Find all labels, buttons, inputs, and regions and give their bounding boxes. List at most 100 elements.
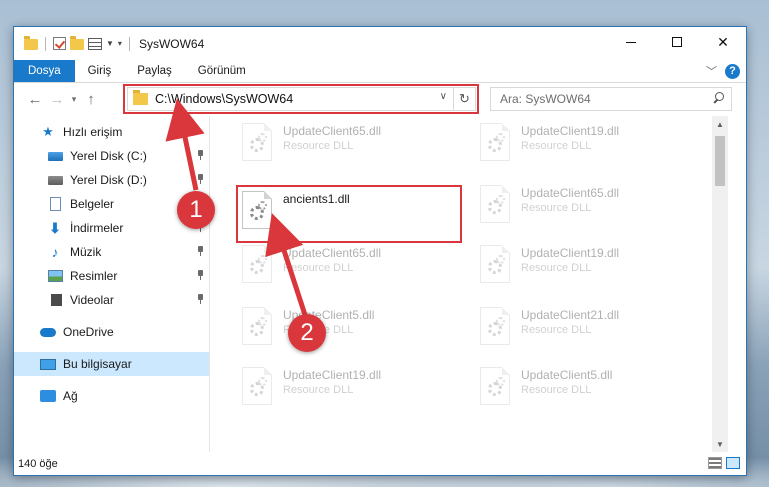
sidebar-item-local-disk-c[interactable]: Yerel Disk (C:) <box>14 144 209 168</box>
sidebar-item-label: Hızlı erişim <box>63 125 123 139</box>
new-folder-icon[interactable] <box>70 36 84 50</box>
pin-icon[interactable] <box>196 246 204 256</box>
chevron-down-icon[interactable]: ▼ <box>106 39 114 48</box>
customize-toolbar-icon[interactable]: ▾ <box>118 39 122 48</box>
drive-icon <box>47 173 63 187</box>
maximize-icon <box>672 37 682 47</box>
scroll-down-icon[interactable]: ▼ <box>712 436 728 452</box>
tab-view[interactable]: Görünüm <box>185 60 259 82</box>
file-type: Resource DLL <box>521 262 592 274</box>
file-name: UpdateClient19.dll <box>521 124 620 138</box>
dll-file-icon <box>242 245 272 283</box>
file-type: Resource DLL <box>521 324 592 336</box>
pin-icon[interactable] <box>196 150 204 160</box>
music-icon: ♪ <box>51 244 59 260</box>
scroll-thumb[interactable] <box>715 136 725 186</box>
expand-ribbon-icon[interactable]: ﹀ <box>706 63 717 79</box>
search-input[interactable]: Ara: SysWOW64 <box>490 87 732 111</box>
videos-icon <box>47 293 63 307</box>
file-tile[interactable]: UpdateClient65.dll Resource DLL <box>473 180 693 228</box>
file-name: UpdateClient19.dll <box>521 246 620 260</box>
properties-icon[interactable] <box>88 37 102 50</box>
help-icon[interactable]: ? <box>725 63 740 79</box>
item-count: 140 öğe <box>18 458 58 470</box>
file-type: Resource DLL <box>521 140 592 152</box>
divider <box>128 36 130 51</box>
tiles-view-icon[interactable] <box>726 457 740 469</box>
vertical-scrollbar[interactable]: ▲ ▼ <box>712 116 728 452</box>
minimize-icon <box>626 41 636 43</box>
sidebar-item-music[interactable]: ♪ Müzik <box>14 240 209 264</box>
properties-check-icon[interactable] <box>53 37 66 50</box>
sidebar-item-this-pc[interactable]: Bu bilgisayar <box>14 352 209 376</box>
window-controls: ✕ <box>608 27 746 57</box>
title-bar: ▼ ▾ SysWOW64 ✕ <box>14 27 746 60</box>
recent-locations-icon[interactable]: ▾ <box>68 94 80 105</box>
step-badge-1: 1 <box>177 191 215 229</box>
sidebar-item-network[interactable]: Ağ <box>14 384 209 408</box>
pictures-icon <box>47 269 63 283</box>
file-tile[interactable]: UpdateClient5.dll Resource DLL <box>235 302 455 350</box>
view-buttons <box>708 457 740 469</box>
file-type: Resource DLL <box>521 202 592 214</box>
sidebar-item-label: Bu bilgisayar <box>63 357 132 371</box>
navigation-pane: ★ Hızlı erişim Yerel Disk (C:) Yerel Dis… <box>14 116 210 452</box>
sidebar-item-label: OneDrive <box>63 325 114 339</box>
sidebar-item-onedrive[interactable]: OneDrive <box>14 320 209 344</box>
sidebar-item-videos[interactable]: Videolar <box>14 288 209 312</box>
sidebar-item-pictures[interactable]: Resimler <box>14 264 209 288</box>
file-tile[interactable]: UpdateClient65.dll Resource DLL <box>235 240 455 288</box>
drive-icon <box>47 149 63 163</box>
file-name: UpdateClient21.dll <box>521 308 620 322</box>
explorer-body: ★ Hızlı erişim Yerel Disk (C:) Yerel Dis… <box>14 116 746 452</box>
search-placeholder: Ara: SysWOW64 <box>500 92 591 106</box>
sidebar-item-label: Yerel Disk (D:) <box>70 173 147 187</box>
sidebar-item-label: İndirmeler <box>70 221 124 235</box>
sidebar-item-label: Belgeler <box>70 197 115 211</box>
computer-icon <box>40 357 56 371</box>
tab-home[interactable]: Giriş <box>75 60 125 82</box>
maximize-button[interactable] <box>654 27 700 57</box>
file-tile[interactable]: UpdateClient19.dll Resource DLL <box>473 118 693 166</box>
sidebar-item-label: Videolar <box>70 293 114 307</box>
up-arrow-icon[interactable]: ↑ <box>80 91 102 108</box>
back-arrow-icon[interactable]: ← <box>24 91 46 108</box>
tab-share[interactable]: Paylaş <box>124 60 185 82</box>
pin-icon[interactable] <box>196 270 204 280</box>
sidebar-item-label: Müzik <box>70 245 102 259</box>
cloud-icon <box>40 325 56 339</box>
sidebar-item-label: Ağ <box>63 389 78 403</box>
dll-file-icon <box>480 307 510 345</box>
navigation-bar: ← → ▾ ↑ C:\Windows\SysWOW64 ∨ ↻ Ara: Sys… <box>14 83 746 115</box>
forward-arrow-icon[interactable]: → <box>46 91 68 108</box>
search-icon[interactable] <box>713 92 724 103</box>
file-tile[interactable]: UpdateClient5.dll Resource DLL <box>473 362 693 410</box>
dll-file-icon <box>480 245 510 283</box>
file-name: UpdateClient5.dll <box>521 368 613 382</box>
file-explorer-window: ▼ ▾ SysWOW64 ✕ Dosya Giriş Paylaş Görünü… <box>13 26 747 476</box>
tab-file[interactable]: Dosya <box>14 60 75 82</box>
file-type: Resource DLL <box>283 140 354 152</box>
sidebar-item-local-disk-d[interactable]: Yerel Disk (D:) <box>14 168 209 192</box>
step-badge-2: 2 <box>288 314 326 352</box>
pin-icon[interactable] <box>196 294 204 304</box>
file-name: UpdateClient19.dll <box>283 368 382 382</box>
close-button[interactable]: ✕ <box>700 27 746 57</box>
minimize-button[interactable] <box>608 27 654 57</box>
status-bar: 140 öğe <box>14 452 746 476</box>
ribbon-tabs: Dosya Giriş Paylaş Görünüm ﹀ ? <box>14 60 746 82</box>
dll-file-icon <box>480 123 510 161</box>
sidebar-item-quick-access[interactable]: ★ Hızlı erişim <box>14 120 209 144</box>
quick-access-toolbar: ▼ ▾ <box>14 36 133 51</box>
ribbon-right-controls: ﹀ ? <box>706 63 740 79</box>
dll-file-icon <box>242 367 272 405</box>
folder-icon <box>24 36 38 50</box>
details-view-icon[interactable] <box>708 457 722 469</box>
pin-icon[interactable] <box>196 174 204 184</box>
scroll-up-icon[interactable]: ▲ <box>712 116 728 132</box>
divider <box>45 36 46 51</box>
file-tile[interactable]: UpdateClient21.dll Resource DLL <box>473 302 693 350</box>
file-tile[interactable]: UpdateClient19.dll Resource DLL <box>235 362 455 410</box>
file-tile[interactable]: UpdateClient19.dll Resource DLL <box>473 240 693 288</box>
file-tile[interactable]: UpdateClient65.dll Resource DLL <box>235 118 455 166</box>
